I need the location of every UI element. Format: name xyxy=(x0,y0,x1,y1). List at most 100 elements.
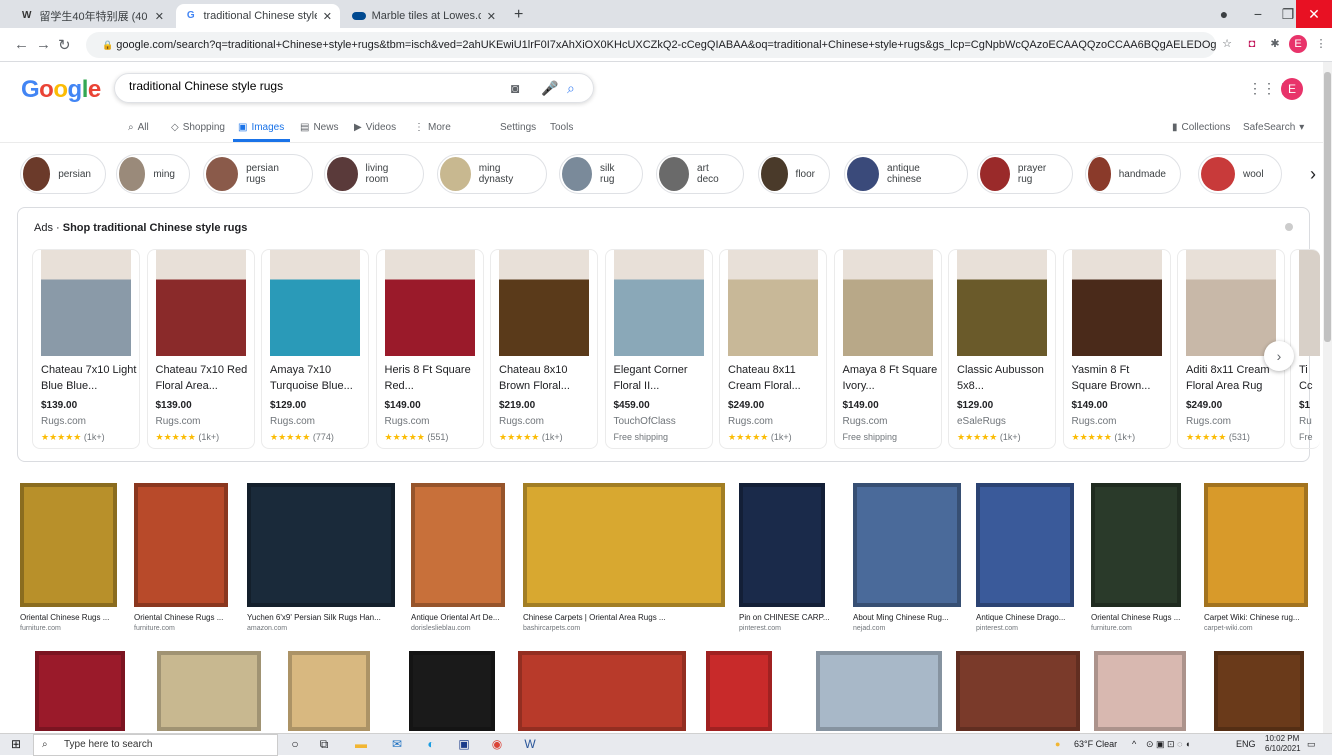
close-tab-icon[interactable]: ✕ xyxy=(323,10,332,23)
chip-wool[interactable]: wool xyxy=(1198,154,1282,194)
new-tab-button[interactable]: + xyxy=(514,6,523,24)
google-logo[interactable]: Google xyxy=(21,76,101,104)
tab-more[interactable]: ⋮ More xyxy=(414,122,451,133)
menu-icon[interactable]: ⋮ xyxy=(1312,35,1330,53)
tools-link[interactable]: Tools xyxy=(550,122,573,133)
scrollbar-thumb[interactable] xyxy=(1324,72,1331,342)
task-view-icon[interactable]: ⧉ xyxy=(316,736,332,752)
image-result[interactable]: Oriental Chinese Rugs ... furniture.com xyxy=(20,483,129,632)
image-result[interactable]: Yuchen 6'x9' Persian Silk Rugs Han... ama… xyxy=(247,483,407,632)
info-icon[interactable] xyxy=(1285,223,1293,231)
image-result[interactable]: Chinese Carpets | Oriental Area Rugs ...… xyxy=(523,483,737,632)
chip-handmade[interactable]: handmade xyxy=(1085,154,1181,194)
mail-icon[interactable]: ✉ xyxy=(389,736,405,752)
chip-floor[interactable]: floor xyxy=(758,154,830,194)
image-result-partial[interactable] xyxy=(706,651,772,731)
ad-card[interactable]: Amaya 7x10 Turquoise Blue... $129.00 Rugs.… xyxy=(261,249,369,449)
image-result[interactable]: Oriental Chinese Rugs ... furniture.com xyxy=(1091,483,1193,632)
profile-avatar[interactable]: E xyxy=(1289,35,1307,53)
chip-persian-rugs[interactable]: persian rugs xyxy=(203,154,313,194)
bookmark-star-icon[interactable]: ☆ xyxy=(1218,35,1236,53)
image-result-partial[interactable] xyxy=(1214,651,1304,731)
file-explorer-icon[interactable]: ▬ xyxy=(353,736,369,752)
tab-google-search[interactable]: G traditional Chinese style rugs - G ✕ xyxy=(176,4,340,28)
chip-prayer-rug[interactable]: prayer rug xyxy=(977,154,1073,194)
chip-silk-rug[interactable]: silk rug xyxy=(559,154,643,194)
camera-icon[interactable]: ◙ xyxy=(511,80,519,96)
ad-card[interactable]: Classic Aubusson 5x8... $129.00 eSaleRugs ★… xyxy=(948,249,1056,449)
ad-card[interactable]: Chateau 7x10 Light Blue Blue... $139.00 Ru… xyxy=(32,249,140,449)
ad-card[interactable]: Chateau 8x10 Brown Floral... $219.00 Rugs.… xyxy=(490,249,598,449)
page-scrollbar[interactable] xyxy=(1323,62,1332,733)
ad-store: Rugs.com xyxy=(155,416,201,427)
ads-next-button[interactable]: › xyxy=(1264,341,1294,371)
video-icon: ▶ xyxy=(354,122,362,133)
extension-icon[interactable]: ◘ xyxy=(1243,35,1261,53)
word-icon[interactable]: W xyxy=(522,736,538,752)
image-result-partial[interactable] xyxy=(816,651,942,731)
ad-card[interactable]: Chateau 7x10 Red Floral Area... $139.00 Ru… xyxy=(146,249,255,449)
image-result-partial[interactable] xyxy=(157,651,261,731)
tab-all[interactable]: ⌕ All xyxy=(128,122,149,133)
close-window-icon[interactable]: ✕ xyxy=(1296,0,1332,28)
image-result[interactable]: Antique Oriental Art De... dorislesliebla… xyxy=(411,483,517,632)
image-result[interactable]: Pin on CHINESE CARP... pinterest.com xyxy=(739,483,837,632)
image-result[interactable]: Antique Chinese Drago... pinterest.com xyxy=(976,483,1086,632)
chip-ming[interactable]: ming xyxy=(116,154,190,194)
chip-ming-dynasty[interactable]: ming dynasty xyxy=(437,154,547,194)
image-result-partial[interactable] xyxy=(409,651,495,731)
ad-card[interactable]: Amaya 8 Ft Square Ivory... $149.00 Rugs.co… xyxy=(833,249,942,449)
tab-shopping[interactable]: ◇ Shopping xyxy=(171,122,225,133)
windows-start-icon[interactable]: ⊞ xyxy=(8,736,24,752)
account-avatar[interactable]: E xyxy=(1281,78,1303,100)
chip-art-deco[interactable]: art deco xyxy=(656,154,744,194)
taskbar-search[interactable]: ⌕ Type here to search xyxy=(33,734,278,756)
close-tab-icon[interactable]: ✕ xyxy=(487,10,496,23)
ad-card[interactable]: Yasmin 8 Ft Square Brown... $149.00 Rugs.c… xyxy=(1062,249,1171,449)
image-result-partial[interactable] xyxy=(35,651,125,731)
search-input[interactable] xyxy=(129,79,489,93)
ads-label: Ads xyxy=(34,222,53,234)
photos-icon[interactable]: ▣ xyxy=(456,736,472,752)
forward-icon[interactable]: → xyxy=(36,36,51,53)
edge-icon[interactable]: ◐ xyxy=(423,736,439,752)
chip-living-room[interactable]: living room xyxy=(324,154,424,194)
clock[interactable]: 10:02 PM 6/10/2021 xyxy=(1265,734,1301,754)
tray-chevron-icon[interactable]: ^ xyxy=(1132,739,1136,749)
ad-price: $129.00 xyxy=(270,400,307,411)
url-field[interactable]: 🔒 google.com/search?q=traditional+Chines… xyxy=(86,32,1216,58)
reload-icon[interactable]: ↻ xyxy=(58,36,71,54)
tab-images[interactable]: ▣ Images xyxy=(238,122,284,133)
ad-card[interactable]: Heris 8 Ft Square Red... $149.00 Rugs.com ★… xyxy=(375,249,484,449)
search-icon[interactable]: ⌕ xyxy=(567,80,575,97)
safesearch-dropdown[interactable]: SafeSearch ▾ xyxy=(1243,122,1304,133)
notification-icon[interactable]: ▭ xyxy=(1307,739,1316,750)
puzzle-icon[interactable]: ✱ xyxy=(1266,35,1284,53)
tab-exhibition[interactable]: W 留学生40年特别展 (40 Years of ✕ xyxy=(12,4,172,28)
chip-persian[interactable]: persian xyxy=(20,154,106,194)
tray-icons[interactable]: ⊙ ▣ ⊡ ◌ ◖ xyxy=(1146,739,1190,750)
tab-videos[interactable]: ▶ Videos xyxy=(354,122,396,133)
image-result-partial[interactable] xyxy=(518,651,686,731)
tab-lowes[interactable]: Marble tiles at Lowes.com: Search ✕ xyxy=(344,4,504,28)
cortana-icon[interactable]: ○ xyxy=(287,736,303,752)
image-result[interactable]: About Ming Chinese Rug... nejad.com xyxy=(853,483,973,632)
image-result-partial[interactable] xyxy=(956,651,1080,731)
close-tab-icon[interactable]: ✕ xyxy=(155,10,164,23)
image-result[interactable]: Carpet Wiki: Chinese rug... carpet-wiki.c… xyxy=(1204,483,1320,632)
settings-link[interactable]: Settings xyxy=(500,122,536,133)
tab-news[interactable]: ▤ News xyxy=(300,122,338,133)
image-result-partial[interactable] xyxy=(288,651,370,731)
mic-icon[interactable]: 🎤 xyxy=(541,80,558,97)
ad-card-partial[interactable]: Ti Cc $1 Ru Fre xyxy=(1290,249,1320,449)
image-result[interactable]: Oriental Chinese Rugs ... furniture.com xyxy=(134,483,240,632)
ad-card[interactable]: Elegant Corner Floral II... $459.00 TouchO… xyxy=(604,249,713,449)
back-icon[interactable]: ← xyxy=(14,36,29,53)
image-result-partial[interactable] xyxy=(1094,651,1186,731)
collections-link[interactable]: ▮ Collections xyxy=(1172,122,1230,133)
chip-antique-chinese[interactable]: antique chinese xyxy=(844,154,968,194)
language-indicator[interactable]: ENG xyxy=(1236,739,1256,749)
weather-text[interactable]: 63°F Clear xyxy=(1074,739,1117,749)
chrome-icon[interactable]: ◉ xyxy=(489,736,505,752)
ad-card[interactable]: Chateau 8x11 Cream Floral... $249.00 Rugs.… xyxy=(719,249,827,449)
